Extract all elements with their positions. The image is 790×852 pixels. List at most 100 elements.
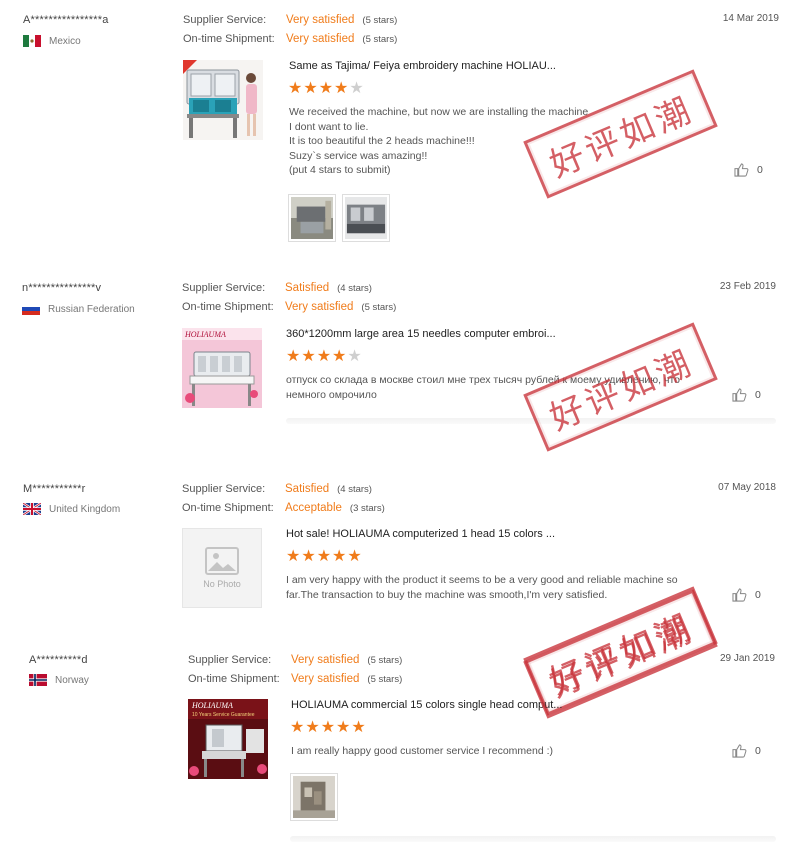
review-text: I am very happy with the product it seem… — [286, 574, 678, 601]
supplier-service-stars: (4 stars) — [337, 484, 372, 495]
country-name: Mexico — [49, 35, 81, 47]
star-icon: ★ — [347, 548, 362, 565]
star-icon: ★ — [301, 548, 316, 565]
buyer-country: United Kingdom — [23, 503, 120, 515]
review-star-rating: ★ ★ ★ ★ ★ — [286, 349, 362, 365]
star-icon: ★ — [336, 719, 351, 736]
buyer-country: Norway — [29, 674, 89, 686]
buyer-name: M***********r — [23, 483, 86, 495]
star-icon: ★ — [316, 348, 332, 365]
helpful-like-button[interactable]: 0 — [732, 588, 761, 602]
thumbs-up-icon[interactable] — [734, 163, 749, 177]
ontime-shipment-value: Very satisfied — [291, 673, 360, 685]
review-item: A**********d Norway Supplier Service: Ve… — [0, 589, 790, 852]
uk-flag-icon — [23, 503, 41, 515]
thumbs-up-icon[interactable] — [732, 388, 747, 402]
buyer-name: A****************a — [23, 14, 109, 26]
ontime-shipment-value: Acceptable — [285, 502, 342, 514]
ontime-shipment-rating: On-time Shipment: Very satisfied (5 star… — [183, 33, 397, 45]
supplier-service-label: Supplier Service: — [183, 14, 267, 26]
star-icon: ★ — [301, 348, 316, 365]
star-icon: ★ — [305, 719, 320, 736]
ontime-shipment-stars: (5 stars) — [361, 302, 397, 313]
helpful-like-button[interactable]: 0 — [734, 163, 763, 177]
star-icon: ★ — [286, 348, 301, 365]
norway-flag-icon — [29, 674, 47, 686]
star-icon: ★ — [318, 80, 334, 97]
review-text: I am really happy good customer service … — [291, 745, 554, 757]
review-photo[interactable] — [342, 194, 390, 242]
supplier-service-rating: Supplier Service: Very satisfied (5 star… — [183, 14, 397, 26]
supplier-service-value: Satisfied — [285, 282, 330, 294]
ontime-shipment-value: Very satisfied — [286, 33, 355, 45]
review-item: n***************v Russian Federation Sup… — [0, 270, 790, 470]
supplier-service-rating: Supplier Service: Satisfied (4 stars) — [182, 483, 372, 495]
product-title-link[interactable]: 360*1200mm large area 15 needles compute… — [286, 328, 556, 340]
review-item: A****************a Mexico Supplier Servi… — [0, 0, 790, 270]
like-count: 0 — [757, 164, 763, 176]
praise-stamp-watermark: 好评如潮 — [523, 69, 718, 199]
ontime-shipment-rating: On-time Shipment: Very satisfied (5 star… — [182, 301, 396, 313]
product-title-link[interactable]: HOLIAUMA commercial 15 colors single hea… — [291, 699, 562, 711]
ontime-shipment-value: Very satisfied — [285, 301, 354, 313]
product-thumbnail[interactable]: HOLIAUMA 10 Years Service Guarantee — [188, 699, 268, 779]
star-icon: ★ — [286, 548, 301, 565]
mexico-flag-icon — [23, 35, 41, 47]
buyer-country: Russian Federation — [22, 303, 135, 315]
ontime-shipment-label: On-time Shipment: — [182, 502, 274, 514]
star-icon: ★ — [334, 80, 349, 97]
ontime-shipment-label: On-time Shipment: — [183, 33, 275, 45]
review-star-rating: ★ ★ ★ ★ ★ — [288, 81, 364, 97]
review-date: 14 Mar 2019 — [722, 13, 779, 24]
buyer-country: Mexico — [23, 35, 81, 47]
helpful-like-button[interactable]: 0 — [732, 388, 761, 402]
product-thumbnail-placeholder[interactable]: No Photo — [182, 528, 262, 608]
supplier-service-rating: Supplier Service: Satisfied (4 stars) — [182, 282, 372, 294]
like-count: 0 — [755, 589, 761, 601]
svg-text:HOLIAUMA: HOLIAUMA — [184, 330, 226, 339]
praise-stamp-watermark: 好评如潮 — [523, 322, 718, 452]
star-icon: ★ — [290, 719, 305, 736]
svg-text:10 Years Service Guarantee: 10 Years Service Guarantee — [192, 712, 255, 718]
star-icon: ★ — [349, 80, 364, 97]
image-placeholder-icon — [205, 547, 239, 575]
ontime-shipment-label: On-time Shipment: — [188, 673, 280, 685]
review-divider — [290, 836, 776, 842]
ontime-shipment-stars: (3 stars) — [349, 503, 385, 514]
star-icon: ★ — [347, 348, 362, 365]
star-icon: ★ — [303, 80, 318, 97]
ontime-shipment-label: On-time Shipment: — [182, 301, 274, 313]
star-icon: ★ — [288, 80, 303, 97]
supplier-service-stars: (4 stars) — [337, 283, 372, 294]
star-icon: ★ — [320, 719, 336, 736]
ontime-shipment-rating: On-time Shipment: Very satisfied (5 star… — [188, 673, 402, 685]
supplier-service-value: Satisfied — [285, 483, 330, 495]
review-photo[interactable] — [288, 194, 336, 242]
review-date: 07 May 2018 — [718, 482, 776, 493]
review-star-rating: ★ ★ ★ ★ ★ — [290, 720, 366, 736]
review-date: 23 Feb 2019 — [719, 281, 776, 292]
ontime-shipment-stars: (5 stars) — [362, 34, 398, 45]
buyer-name: n***************v — [22, 282, 102, 294]
product-title-link[interactable]: Same as Tajima/ Feiya embroidery machine… — [289, 60, 556, 72]
supplier-service-stars: (5 stars) — [367, 655, 403, 666]
no-photo-label: No Photo — [203, 579, 241, 589]
star-icon: ★ — [332, 348, 347, 365]
like-count: 0 — [755, 745, 761, 757]
ontime-shipment-stars: (5 stars) — [367, 674, 403, 685]
review-photo[interactable] — [290, 773, 338, 821]
country-name: Russian Federation — [48, 303, 135, 315]
country-name: Norway — [55, 674, 89, 686]
product-thumbnail[interactable] — [183, 60, 263, 140]
star-icon: ★ — [351, 719, 366, 736]
product-thumbnail[interactable]: HOLIAUMA — [182, 328, 262, 408]
like-count: 0 — [755, 389, 761, 401]
svg-text:HOLIAUMA: HOLIAUMA — [191, 701, 233, 710]
review-star-rating: ★ ★ ★ ★ ★ — [286, 549, 362, 565]
product-title-link[interactable]: Hot sale! HOLIAUMA computerized 1 head 1… — [286, 528, 555, 540]
thumbs-up-icon[interactable] — [732, 744, 747, 758]
helpful-like-button[interactable]: 0 — [732, 744, 761, 758]
supplier-service-value: Very satisfied — [291, 654, 360, 666]
star-icon: ★ — [332, 548, 347, 565]
thumbs-up-icon[interactable] — [732, 588, 747, 602]
